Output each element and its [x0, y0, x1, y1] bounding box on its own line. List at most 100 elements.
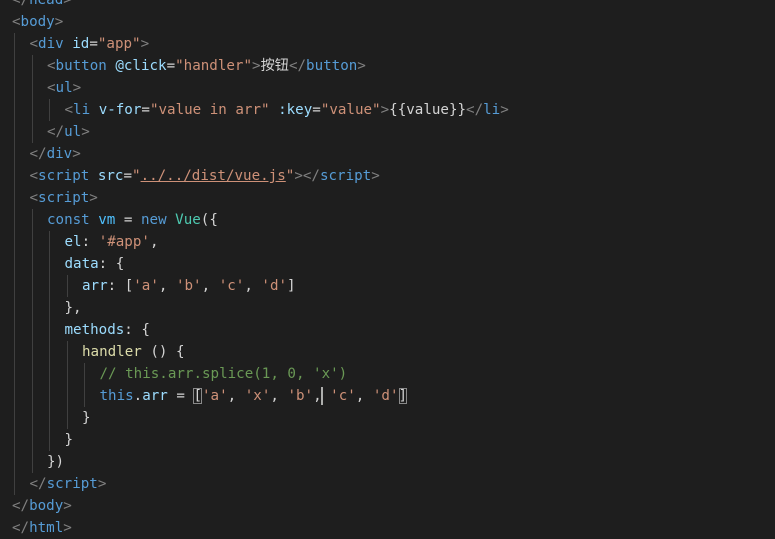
code-token: 'b': [287, 388, 314, 404]
code-token: 按钮: [260, 58, 289, 74]
indent-guide: [66, 407, 68, 429]
indent-guide: [14, 385, 15, 407]
indent-guide: [14, 297, 15, 319]
code-text: const vm = new Vue({: [47, 209, 218, 231]
code-token: 'a': [202, 388, 228, 404]
indent-guide: [14, 99, 15, 121]
code-token: </: [12, 520, 30, 536]
code-token: ]: [398, 388, 408, 404]
indent-guide: [14, 341, 15, 363]
code-line[interactable]: arr: ['a', 'b', 'c', 'd']: [0, 275, 775, 297]
code-token: : [: [107, 278, 134, 294]
code-token: ,: [227, 388, 245, 404]
code-token: : {: [124, 322, 150, 338]
code-text: <body>: [12, 11, 63, 33]
code-line[interactable]: </ul>: [0, 121, 775, 143]
indent-guide: [31, 99, 33, 121]
code-line[interactable]: this.arr = ['a', 'x', 'b', 'c', 'd']: [0, 385, 775, 407]
code-token: script: [319, 168, 372, 184]
code-token: >: [72, 146, 81, 162]
code-line[interactable]: <ul>: [0, 77, 775, 99]
code-line[interactable]: const vm = new Vue({: [0, 209, 775, 231]
code-token: >: [140, 36, 150, 52]
code-token: >: [81, 124, 90, 140]
indent-guide: [66, 275, 68, 297]
code-line[interactable]: </div>: [0, 143, 775, 165]
code-line[interactable]: <li v-for="value in arr" :key="value">{{…: [0, 99, 775, 121]
code-line[interactable]: <div id="app">: [0, 33, 775, 55]
code-line[interactable]: </html>: [0, 517, 775, 539]
code-line[interactable]: },: [0, 297, 775, 319]
code-text: // this.arr.splice(1, 0, 'x'): [100, 363, 348, 385]
code-text: <div id="app">: [30, 33, 150, 55]
code-line[interactable]: </head>: [0, 0, 775, 11]
code-text: </div>: [30, 143, 81, 165]
code-token: {{value}}: [389, 102, 467, 118]
code-text: </head>: [12, 0, 72, 11]
indent-guide: [66, 363, 68, 385]
code-line[interactable]: </body>: [0, 495, 775, 517]
code-token: new: [140, 212, 167, 228]
indent-guide: [14, 451, 15, 473]
code-token: =: [312, 102, 321, 118]
indent-guide: [66, 385, 68, 407]
code-line[interactable]: handler () {: [0, 341, 775, 363]
indent-guide: [49, 341, 50, 363]
code-line[interactable]: data: {: [0, 253, 775, 275]
code-text: </ul>: [47, 121, 90, 143]
indent-guide: [49, 253, 50, 275]
code-token: button: [306, 58, 358, 74]
code-line[interactable]: }: [0, 407, 775, 429]
code-token: : {: [98, 256, 125, 272]
code-token: >: [54, 14, 64, 30]
code-line[interactable]: <script>: [0, 187, 775, 209]
code-token: 'd': [261, 278, 288, 294]
code-token: >: [63, 0, 72, 8]
code-token: 'd': [372, 388, 399, 404]
code-editor[interactable]: </head> <body> <div id="app"> <button @clic…: [0, 0, 775, 539]
code-line[interactable]: <button @click="handler">按钮</button>: [0, 55, 775, 77]
code-token: >: [500, 102, 509, 118]
code-token: ,: [355, 388, 373, 404]
code-line[interactable]: // this.arr.splice(1, 0, 'x'): [0, 363, 775, 385]
code-line[interactable]: </script>: [0, 473, 775, 495]
indent-guide: [14, 121, 15, 143]
code-token: </: [12, 498, 30, 514]
code-line[interactable]: el: '#app',: [0, 231, 775, 253]
indent-guide: [14, 55, 15, 77]
code-token: html: [29, 520, 64, 536]
code-text: }: [65, 429, 74, 451]
code-token: }: [82, 410, 91, 426]
code-line[interactable]: }: [0, 429, 775, 451]
indent-guide: [49, 99, 50, 121]
code-token: >: [89, 190, 98, 206]
code-token: }: [64, 432, 74, 448]
code-line[interactable]: <script src="../../dist/vue.js"></script…: [0, 165, 775, 187]
code-token: </: [29, 476, 47, 492]
indent-guide: [14, 275, 15, 297]
indent-guide: [14, 209, 15, 231]
code-token: v-for: [98, 102, 142, 118]
code-line[interactable]: <body>: [0, 11, 775, 33]
code-token: id: [72, 36, 90, 52]
code-token: 'b': [175, 278, 202, 294]
code-token: <: [12, 14, 21, 30]
indent-guide: [31, 385, 33, 407]
code-token: () {: [150, 344, 185, 360]
code-token: 'x': [244, 388, 271, 404]
code-line[interactable]: methods: {: [0, 319, 775, 341]
code-token: >: [357, 58, 366, 74]
code-token: handler: [82, 344, 142, 360]
code-line[interactable]: }): [0, 451, 775, 473]
indent-guide: [31, 363, 33, 385]
indent-guide: [49, 429, 50, 451]
code-token: <: [29, 190, 39, 206]
code-text: el: '#app',: [65, 231, 159, 253]
indent-guide: [31, 407, 33, 429]
indent-guide: [31, 275, 33, 297]
code-text: arr: ['a', 'b', 'c', 'd']: [82, 275, 296, 297]
code-token: ,: [270, 388, 288, 404]
